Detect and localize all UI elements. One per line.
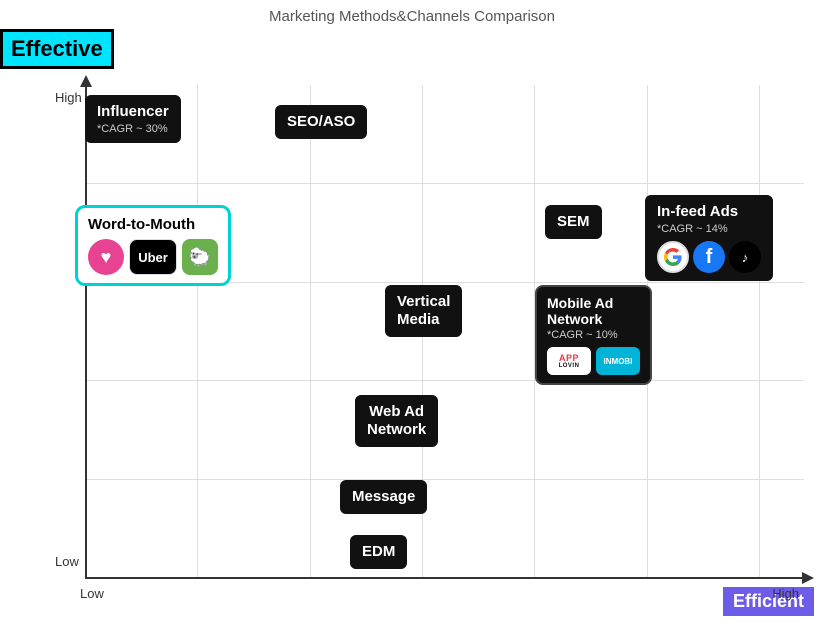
inmobi-icon: INMOBI xyxy=(596,347,640,375)
chart-area: High Low Low High Influencer *CAGR ~ 30%… xyxy=(55,85,804,579)
edm-node: EDM xyxy=(350,535,407,569)
y-axis-high-label: High xyxy=(55,90,82,105)
word-to-mouth-node: Word-to-Mouth ♥ Uber 🐑 xyxy=(75,205,231,286)
influencer-node: Influencer *CAGR ~ 30% xyxy=(85,95,181,143)
sheep-icon: 🐑 xyxy=(182,239,218,275)
facebook-icon: f xyxy=(693,241,725,273)
tiktok-icon: ♪ xyxy=(729,241,761,273)
y-axis xyxy=(85,85,87,579)
x-axis-low-label: Low xyxy=(80,586,104,601)
web-ad-network-node: Web AdNetwork xyxy=(355,395,438,447)
efficient-label: Efficient xyxy=(723,587,814,616)
applovin-icon: APP LOVIN xyxy=(547,347,591,375)
infeed-ads-node: In-feed Ads *CAGR ~ 14% f ♪ xyxy=(645,195,773,281)
x-axis-high-label: High xyxy=(772,586,799,601)
effective-label: Effective xyxy=(0,29,114,69)
vertical-media-node: Vertical Media xyxy=(385,285,462,337)
sem-node: SEM xyxy=(545,205,602,239)
y-axis-low-label: Low xyxy=(55,554,79,569)
google-icon xyxy=(657,241,689,273)
message-node: Message xyxy=(340,480,427,514)
heart-icon: ♥ xyxy=(88,239,124,275)
mobile-ad-network-node: Mobile Ad Network *CAGR ~ 10% APP LOVIN … xyxy=(535,285,652,385)
x-axis xyxy=(85,577,804,579)
uber-icon: Uber xyxy=(129,239,177,275)
page-title: Marketing Methods&Channels Comparison xyxy=(0,0,824,25)
seo-aso-node: SEO/ASO xyxy=(275,105,367,139)
